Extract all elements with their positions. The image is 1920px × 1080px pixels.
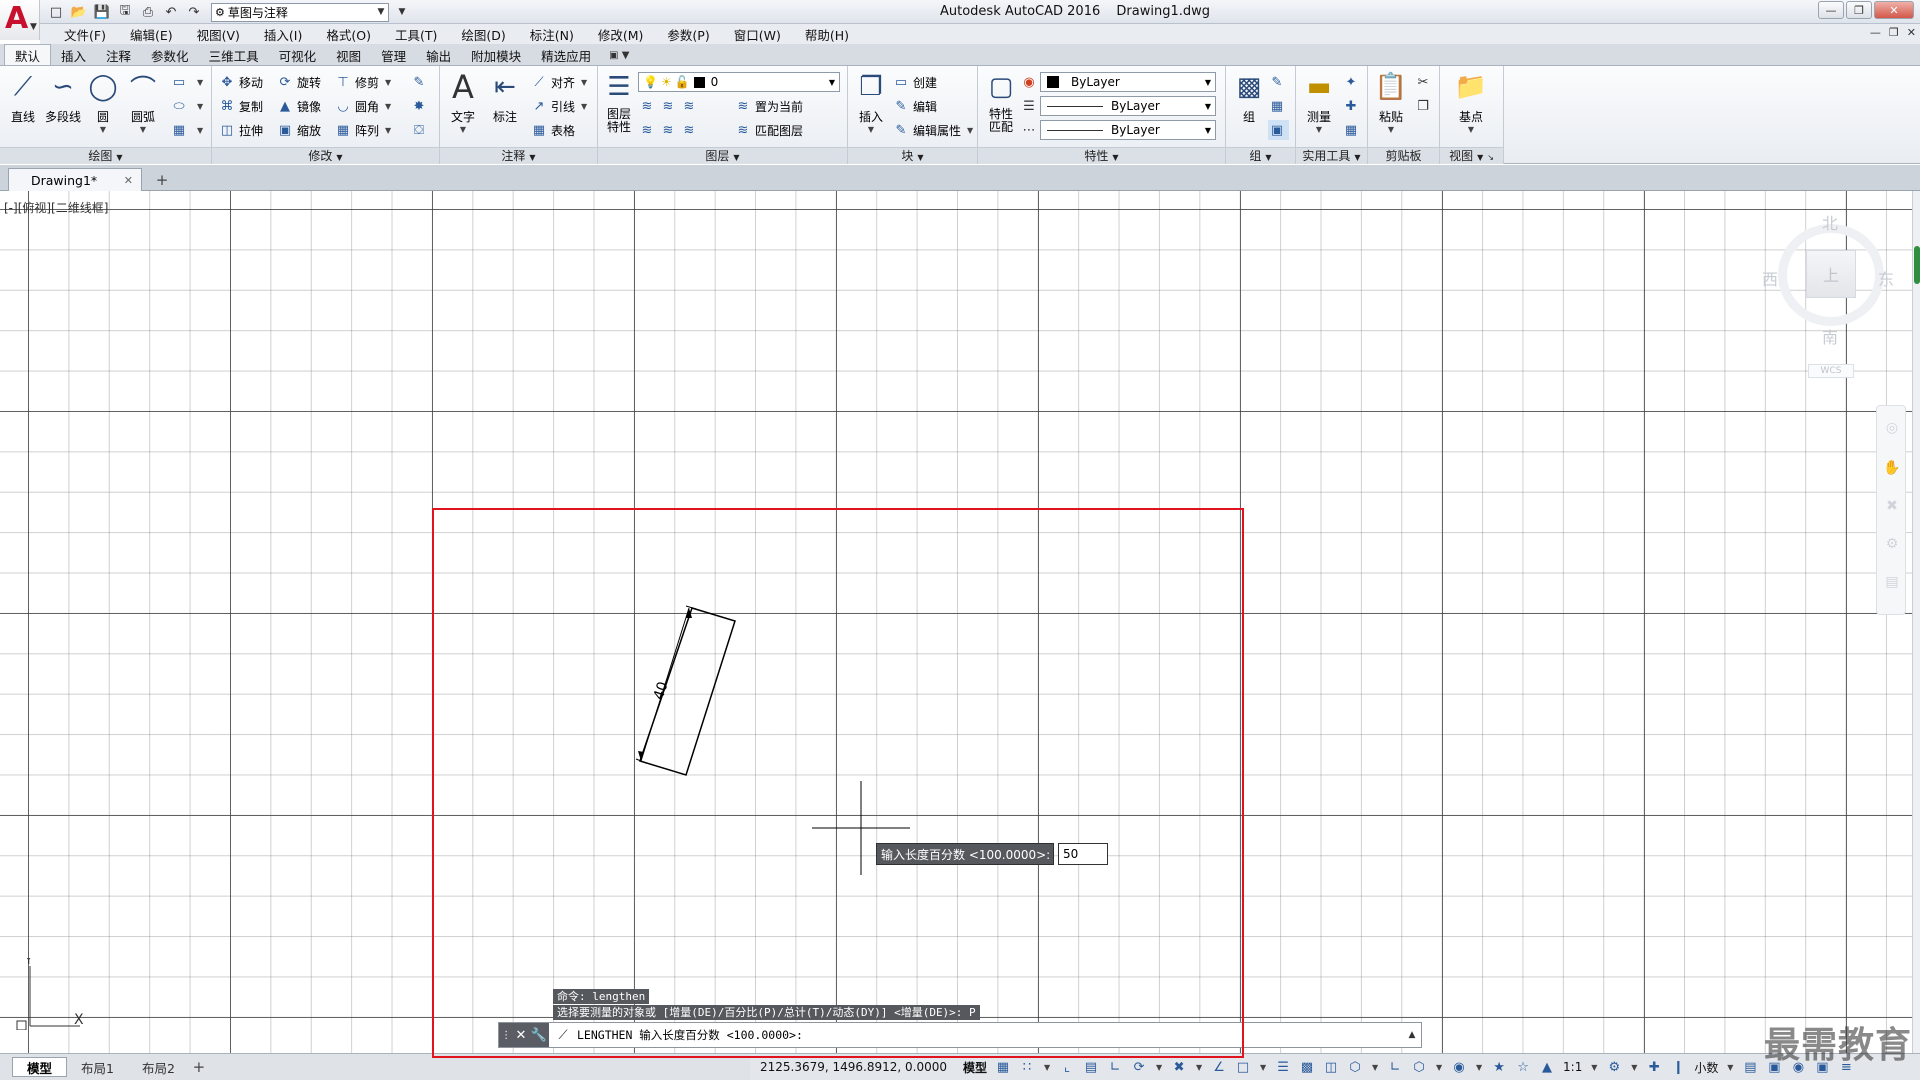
workspace-switch-icon[interactable]: ⚙	[1606, 1060, 1622, 1075]
application-menu-button[interactable]: A ▼	[0, 0, 40, 40]
layout-tab-bar: 模型 布局1 布局2 +	[0, 1053, 750, 1080]
dynamic-input-prompt: 输入长度百分数 <100.0000>:	[876, 843, 1054, 865]
model-space-button[interactable]: 模型	[963, 1059, 987, 1076]
grid-icon[interactable]: ▦	[995, 1060, 1011, 1075]
command-history-line: 命令: lengthen	[553, 989, 650, 1004]
dynamic-ucs-icon[interactable]: ∟	[1387, 1060, 1403, 1075]
wrench-icon[interactable]: 🔧	[531, 1028, 547, 1043]
auto-scale-icon[interactable]: ☆	[1515, 1060, 1531, 1075]
grip-icon[interactable]: ⋮	[501, 1030, 511, 1041]
ortho-icon[interactable]: ∟	[1107, 1060, 1123, 1075]
wcs-menu[interactable]: WCS	[1808, 364, 1854, 378]
snap-icon[interactable]: ∷	[1019, 1060, 1035, 1075]
selection-cycling-icon[interactable]: ◫	[1323, 1060, 1339, 1075]
chevron-down-icon[interactable]: ▼	[1475, 1063, 1483, 1072]
chevron-down-icon[interactable]: ▼	[1371, 1063, 1379, 1072]
chevron-down-icon[interactable]: ▼	[1630, 1063, 1638, 1072]
navigation-bar: ◎ ✋ ✖ ⚙ ▤	[1876, 405, 1906, 615]
ucs-x-label: X	[74, 1012, 84, 1028]
command-history-line: 选择要测量的对象或 [增量(DE)/百分比(P)/总计(T)/动态(DY)] <…	[553, 1005, 980, 1020]
tab-layout2[interactable]: 布局2	[128, 1057, 189, 1077]
infer-constraints-icon[interactable]: ⌞	[1059, 1060, 1075, 1075]
viewcube-west[interactable]: 西	[1762, 266, 1778, 290]
3d-osnap-icon[interactable]: ⬡	[1347, 1060, 1363, 1075]
zoom-icon[interactable]: ✖	[1882, 498, 1902, 518]
object-snap-icon[interactable]: □	[1235, 1060, 1251, 1075]
units-icon[interactable]: ❙	[1670, 1060, 1686, 1075]
dimension-40[interactable]: 40	[635, 605, 697, 764]
viewcube-top-face[interactable]: 上	[1806, 250, 1856, 298]
chevron-down-icon: ▼	[30, 22, 37, 32]
annotation-scale-icon[interactable]: ▲	[1539, 1060, 1555, 1075]
chevron-down-icon[interactable]: ▼	[1043, 1063, 1051, 1072]
gizmo-icon[interactable]: ◉	[1451, 1060, 1467, 1075]
polar-icon[interactable]: ⟳	[1131, 1060, 1147, 1075]
ucs-y-label: Y	[24, 958, 33, 967]
showmotion-icon[interactable]: ▤	[1882, 574, 1902, 594]
ucs-icon: Y X	[16, 958, 84, 1030]
chevron-down-icon[interactable]: ▼	[1726, 1063, 1734, 1072]
chevron-down-icon[interactable]: ▼	[1195, 1063, 1203, 1072]
command-line[interactable]: ⋮ ✕ 🔧 ⟋ LENGTHEN 输入长度百分数 <100.0000>: ▲	[498, 1022, 1422, 1048]
chevron-up-icon[interactable]: ▲	[1403, 1030, 1421, 1040]
status-bar: 2125.3679, 1496.8912, 0.0000 模型 ▦ ∷ ▼ ⌞ …	[750, 1053, 1920, 1080]
viewcube[interactable]: 北 南 西 东 上 WCS	[1762, 210, 1894, 380]
watermark-logo: 最需教育	[1764, 1025, 1913, 1066]
chevron-down-icon[interactable]: ▼	[1435, 1063, 1443, 1072]
command-prompt-icon: ⟋	[558, 1027, 568, 1043]
dynamic-input-field[interactable]	[1058, 843, 1108, 865]
lineweight-icon[interactable]: ☰	[1275, 1060, 1291, 1075]
chevron-down-icon[interactable]: ▼	[1155, 1063, 1163, 1072]
add-layout-button[interactable]: +	[189, 1058, 209, 1076]
coordinate-readout[interactable]: 2125.3679, 1496.8912, 0.0000	[760, 1060, 947, 1074]
tab-model[interactable]: 模型	[12, 1057, 68, 1077]
quick-properties-icon[interactable]: ▤	[1742, 1060, 1758, 1075]
steering-wheel-icon[interactable]: ◎	[1882, 420, 1902, 440]
viewcube-south[interactable]: 南	[1822, 324, 1838, 348]
selection-filter-icon[interactable]: ⬡	[1411, 1060, 1427, 1075]
command-input[interactable]: LENGTHEN 输入长度百分数 <100.0000>:	[577, 1027, 1403, 1043]
viewcube-north[interactable]: 北	[1822, 210, 1838, 234]
chevron-down-icon[interactable]: ▼	[1590, 1063, 1598, 1072]
annotation-monitor-icon[interactable]: ✚	[1646, 1060, 1662, 1075]
object-snap-tracking-icon[interactable]: ∠	[1211, 1060, 1227, 1075]
drawing-geometry: 40	[635, 605, 910, 875]
tab-layout1[interactable]: 布局1	[67, 1057, 128, 1077]
units-select[interactable]: 小数	[1694, 1059, 1718, 1076]
transparency-icon[interactable]: ▩	[1299, 1060, 1315, 1075]
command-line-tools: ⋮ ✕ 🔧	[499, 1023, 549, 1047]
annotation-scale[interactable]: 1:1	[1563, 1060, 1582, 1074]
dynamic-input-icon[interactable]: ▤	[1083, 1060, 1099, 1075]
orbit-icon[interactable]: ⚙	[1882, 536, 1902, 556]
close-icon[interactable]: ✕	[515, 1028, 526, 1043]
viewcube-east[interactable]: 东	[1878, 266, 1894, 290]
isodraft-icon[interactable]: ✖	[1171, 1060, 1187, 1075]
autocad-logo-icon: A	[5, 1, 29, 36]
annotation-visibility-icon[interactable]: ★	[1491, 1060, 1507, 1075]
pan-icon[interactable]: ✋	[1882, 460, 1902, 480]
dimension-text: 40	[651, 680, 672, 702]
chevron-down-icon[interactable]: ▼	[1259, 1063, 1267, 1072]
